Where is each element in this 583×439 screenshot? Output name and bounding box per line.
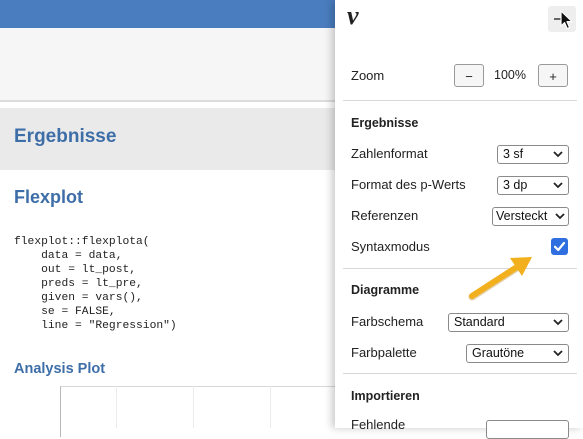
plot-gridline: [270, 386, 271, 428]
farbpalette-select[interactable]: Grautöne: [466, 344, 569, 363]
importieren-heading: Importieren: [351, 389, 420, 403]
zoom-label: Zoom: [351, 68, 385, 83]
zoom-in-button[interactable]: +: [538, 64, 568, 87]
divider: [343, 100, 577, 101]
fehlende-select[interactable]: [486, 420, 569, 439]
farbpalette-value: Grautöne: [472, 346, 525, 360]
app-logo: ν: [347, 1, 359, 30]
referenzen-select[interactable]: Versteckt: [492, 207, 569, 226]
diagramme-heading: Diagramme: [351, 283, 420, 297]
referenzen-value: Versteckt: [496, 209, 548, 223]
zahlenformat-select[interactable]: 3 sf: [497, 145, 569, 164]
zahlenformat-value: 3 sf: [503, 147, 524, 161]
results-title: Ergebnisse: [14, 126, 117, 147]
farbpalette-label: Farbpalette: [351, 345, 417, 360]
divider: [343, 373, 577, 374]
pformat-label: Format des p-Werts: [351, 177, 466, 192]
mouse-pointer-icon: [560, 10, 573, 30]
ribbon-area: [0, 28, 335, 102]
syntax-code-block: flexplot::flexplota( data = data, out = …: [14, 236, 177, 332]
chevron-down-icon: [555, 213, 565, 220]
pformat-select[interactable]: 3 dp: [497, 176, 569, 195]
chevron-down-icon: [553, 350, 563, 357]
farbschema-value: Standard: [454, 315, 505, 329]
chevron-down-icon: [553, 151, 563, 158]
zoom-out-button[interactable]: −: [454, 64, 484, 87]
referenzen-label: Referenzen: [351, 208, 419, 223]
zoom-value: 100%: [494, 68, 526, 82]
chevron-down-icon: [553, 182, 563, 189]
ergebnisse-heading: Ergebnisse: [351, 116, 419, 130]
pformat-value: 3 dp: [503, 178, 528, 192]
zahlenformat-label: Zahlenformat: [351, 146, 428, 161]
syntaxmodus-label: Syntaxmodus: [351, 239, 430, 254]
plot-gridline: [116, 386, 117, 428]
syntaxmodus-checkbox[interactable]: [551, 238, 568, 255]
chevron-down-icon: [553, 319, 563, 326]
farbschema-select[interactable]: Standard: [448, 313, 569, 332]
analysis-heading[interactable]: Flexplot: [14, 187, 83, 208]
farbschema-label: Farbschema: [351, 314, 424, 329]
plot-title: Analysis Plot: [14, 361, 106, 377]
settings-panel: ν Zoom − 100% + Ergebnisse Zahlenformat …: [335, 0, 583, 439]
app-top-bar: [0, 0, 335, 28]
plot-gridline: [193, 386, 194, 428]
plot-frame: [60, 386, 337, 437]
fehlende-label: Fehlende: [351, 417, 406, 432]
arrow-annotation-icon: [468, 257, 532, 301]
checkmark-icon: [553, 241, 566, 252]
